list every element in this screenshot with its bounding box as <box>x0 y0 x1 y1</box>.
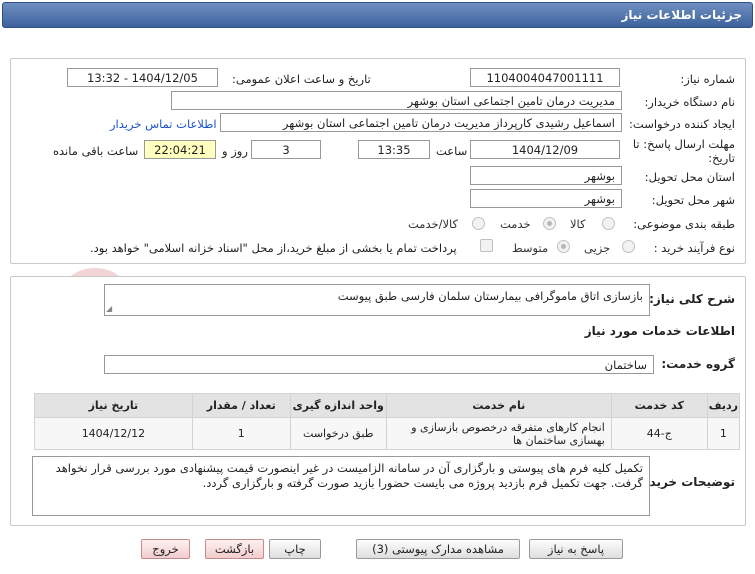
cell-code: ج-44 <box>610 417 708 450</box>
category-goods-label: کالا <box>570 217 586 231</box>
services-info-label: اطلاعات خدمات مورد نیاز <box>584 324 735 338</box>
category-service-radio[interactable] <box>543 217 556 230</box>
process-medium-radio[interactable] <box>557 240 570 253</box>
buyer-notes-field: تکمیل کلیه فرم های پیوستی و بارگزاری آن … <box>32 456 650 516</box>
cell-unit: طبق درخواست <box>289 417 387 450</box>
day-and-label: روز و <box>222 144 248 158</box>
requester-label: ایجاد کننده درخواست: <box>629 117 735 131</box>
deadline-time-field: 13:35 <box>358 140 430 159</box>
general-desc-label: شرح کلی نیاز: <box>649 292 735 306</box>
buyer-org-field: مدیریت درمان تامین اجتماعی استان بوشهر <box>171 91 622 110</box>
category-service-label: خدمت <box>500 217 531 231</box>
col-code: کد خدمت <box>610 393 708 418</box>
time-left-field: 22:04:21 <box>144 140 216 159</box>
back-button[interactable]: بازگشت <box>205 539 264 559</box>
window-title: جزئیات اطلاعات نیاز <box>2 2 753 28</box>
reply-button[interactable]: پاسخ به نیاز <box>529 539 623 559</box>
cell-name: انجام کارهای متفرقه درخصوص بازسازی و بهس… <box>385 417 612 450</box>
col-qty: تعداد / مقدار <box>191 393 291 418</box>
service-group-field: ساختمان <box>104 355 654 374</box>
cell-date: 1404/12/12 <box>34 417 193 450</box>
deadline-time-label: ساعت <box>436 144 468 158</box>
exit-button[interactable]: خروج <box>141 539 190 559</box>
category-goods-service-label: کالا/خدمت <box>408 217 459 231</box>
province-field: بوشهر <box>470 166 622 185</box>
process-medium-label: متوسط <box>512 241 549 255</box>
table-row: 1 ج-44 انجام کارهای متفرقه درخصوص بازساز… <box>34 417 741 450</box>
remaining-label: ساعت باقی مانده <box>53 144 139 158</box>
general-desc-field: بازسازی اتاق ماموگرافی بیمارستان سلمان ف… <box>104 284 650 316</box>
col-name: نام خدمت <box>385 393 612 418</box>
province-label: استان محل تحویل: <box>644 170 735 184</box>
need-number-field: 1104004047001111 <box>470 68 620 87</box>
view-docs-button[interactable]: مشاهده مدارک پیوستی (3) <box>356 539 520 559</box>
col-unit: واحد اندازه گیری <box>289 393 387 418</box>
city-field: بوشهر <box>470 189 622 208</box>
contact-buyer-link[interactable]: اطلاعات تماس خریدار <box>110 117 217 131</box>
category-goods-service-radio[interactable] <box>472 217 485 230</box>
deadline-date-field: 1404/12/09 <box>470 140 620 159</box>
col-row: ردیف <box>706 393 741 418</box>
process-type-label: نوع فرآیند خرید : <box>653 241 735 255</box>
requester-field: اسماعیل رشیدی کارپرداز مدیریت درمان تامی… <box>220 113 622 132</box>
deadline-label: مهلت ارسال پاسخ: تا تاریخ: <box>632 137 735 165</box>
category-goods-radio[interactable] <box>602 217 615 230</box>
category-label: طبقه بندی موضوعی: <box>633 217 735 231</box>
cell-qty: 1 <box>191 417 291 450</box>
need-number-label: شماره نیاز: <box>680 72 735 86</box>
treasury-checkbox[interactable] <box>480 239 493 252</box>
process-partial-label: جزیی <box>584 241 611 255</box>
city-label: شهر محل تحویل: <box>651 193 735 207</box>
announce-datetime-label: تاریخ و ساعت اعلان عمومی: <box>232 72 371 86</box>
col-date: تاریخ نیاز <box>34 393 193 418</box>
process-partial-radio[interactable] <box>622 240 635 253</box>
announce-datetime-field: 1404/12/05 - 13:32 <box>67 68 218 87</box>
print-button[interactable]: چاپ <box>269 539 321 559</box>
cell-row: 1 <box>706 417 741 450</box>
resize-grip-icon: ◢ <box>106 304 113 313</box>
buyer-org-label: نام دستگاه خریدار: <box>644 95 735 109</box>
treasury-note: پرداخت تمام یا بخشی از مبلغ خرید،از محل … <box>90 241 457 255</box>
service-group-label: گروه خدمت: <box>661 357 735 371</box>
days-left-field: 3 <box>251 140 321 159</box>
services-table: ردیف کد خدمت نام خدمت واحد اندازه گیری ت… <box>34 393 741 450</box>
